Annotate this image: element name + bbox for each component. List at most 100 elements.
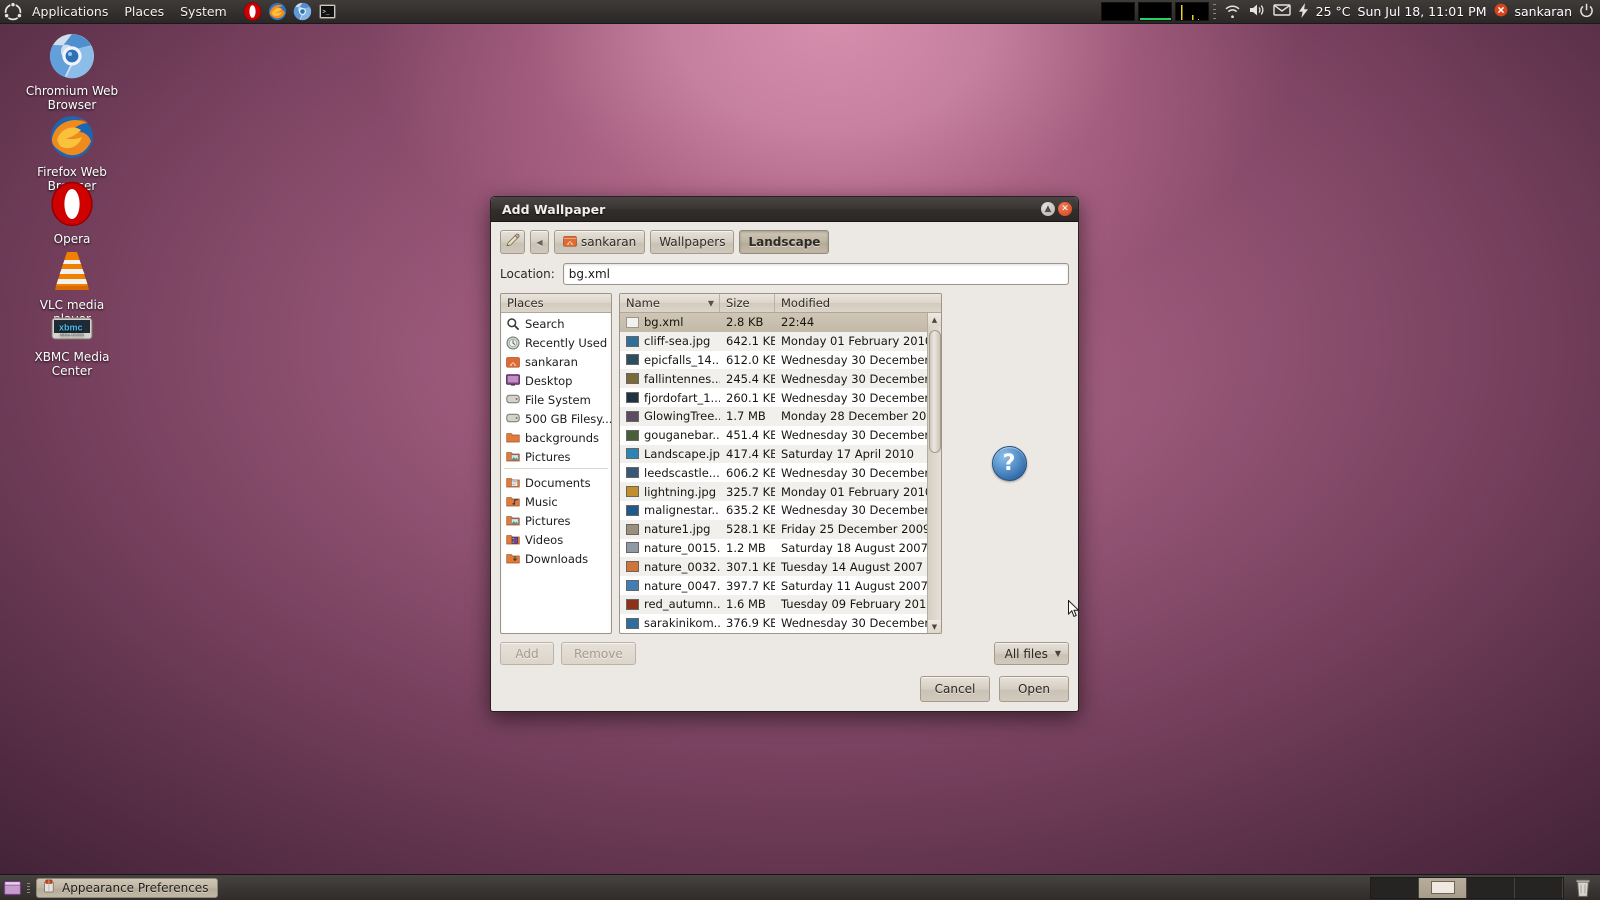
workspace-1[interactable] — [1371, 877, 1419, 898]
location-value: bg.xml — [568, 267, 610, 281]
file-name-cell: bg.xml — [620, 313, 720, 332]
preview-pane: ? — [949, 293, 1069, 634]
place-item-documents[interactable]: Documents — [501, 473, 611, 492]
file-list-scrollbar[interactable]: ▲ ▼ — [927, 313, 941, 633]
place-item-search[interactable]: Search — [501, 314, 611, 333]
user-avatar-icon[interactable] — [1494, 3, 1508, 20]
documents-folder-icon — [506, 476, 520, 490]
task-button-appearance-preferences[interactable]: Appearance Preferences — [36, 877, 219, 898]
workspace-switcher[interactable] — [1370, 876, 1564, 899]
scrollbar-track[interactable] — [927, 326, 941, 620]
file-row[interactable]: cliff-sea.jpg 642.1 KB Monday 01 February … — [620, 331, 927, 351]
cancel-button[interactable]: Cancel — [920, 676, 990, 702]
dialog-titlebar[interactable]: Add Wallpaper ▲ ✕ — [491, 197, 1078, 222]
trash-icon[interactable] — [1572, 877, 1594, 899]
place-item-pictures-bookmark[interactable]: Pictures — [501, 447, 611, 466]
place-item-recently-used[interactable]: Recently Used — [501, 333, 611, 352]
file-filter-combobox[interactable]: All files ▼ — [993, 642, 1069, 665]
add-button[interactable]: Add — [500, 642, 554, 665]
temperature-label[interactable]: 25 °C — [1316, 4, 1351, 19]
file-row[interactable]: red_autumn... 1.6 MB Tuesday 09 February 2… — [620, 594, 927, 614]
file-row[interactable]: malignestar... 635.2 KB Wednesday 30 Decem… — [620, 501, 927, 520]
scroll-down-icon[interactable]: ▼ — [927, 620, 941, 633]
place-item-backgrounds[interactable]: backgrounds — [501, 428, 611, 447]
place-item-desktop[interactable]: Desktop — [501, 371, 611, 390]
menu-applications[interactable]: Applications — [24, 2, 116, 21]
wifi-icon[interactable] — [1224, 2, 1241, 21]
file-row[interactable]: fallintennes... 245.4 KB Wednesday 30 Dece… — [620, 369, 927, 389]
taskbar-grip[interactable] — [27, 879, 32, 897]
minimize-icon[interactable]: ▲ — [1041, 202, 1055, 216]
ubuntu-logo-icon[interactable] — [2, 1, 24, 23]
file-modified-cell: Wednesday 30 December 2009 — [781, 465, 927, 480]
firefox-launcher-icon[interactable] — [266, 1, 290, 23]
desktop-icon-opera[interactable]: Opera — [20, 180, 124, 246]
file-row[interactable]: epicfalls_14... 612.0 KB Wednesday 30 Dece… — [620, 351, 927, 370]
file-row[interactable]: nature1.jpg 528.1 KB Friday 25 December 20… — [620, 519, 927, 539]
file-size-cell: 612.0 KB — [726, 352, 775, 367]
file-row[interactable]: fjordofart_1... 260.1 KB Wednesday 30 Dece… — [620, 388, 927, 407]
file-row[interactable]: nature_0015... 1.2 MB Saturday 18 August 2… — [620, 539, 927, 558]
place-item-pictures[interactable]: Pictures — [501, 511, 611, 530]
remove-button[interactable]: Remove — [561, 642, 636, 665]
place-item-500gb-filesystem[interactable]: 500 GB Filesy... — [501, 409, 611, 428]
place-item-sankaran[interactable]: sankaran — [501, 352, 611, 371]
file-rows: bg.xml 2.8 KB 22:44 cliff-sea.jpg 642.1 KB Mo… — [620, 313, 927, 633]
mail-icon[interactable] — [1272, 3, 1291, 20]
scrollbar-thumb[interactable] — [928, 330, 941, 454]
power-icon[interactable] — [1579, 3, 1594, 21]
place-item-downloads[interactable]: Downloads — [501, 549, 611, 568]
place-item-videos[interactable]: Videos — [501, 530, 611, 549]
workspace-2[interactable] — [1419, 877, 1467, 898]
column-label: Modified — [781, 296, 831, 310]
file-row[interactable]: Landscape.jpg 417.4 KB Saturday 17 April 2… — [620, 444, 927, 464]
volume-icon[interactable] — [1248, 2, 1266, 21]
clock-label[interactable]: Sun Jul 18, 11:01 PM — [1358, 4, 1487, 19]
file-row[interactable]: gouganebar... 451.4 KB Wednesday 30 Decemb… — [620, 426, 927, 445]
file-row[interactable]: nature_0047... 397.7 KB Saturday 11 August… — [620, 576, 927, 595]
file-size-cell: 376.9 KB — [726, 616, 775, 631]
terminal-launcher-icon[interactable]: >_ — [316, 1, 340, 23]
breadcrumb-landscape[interactable]: Landscape — [739, 230, 830, 254]
desktop-icon-chromium[interactable]: Chromium Web Browser — [20, 32, 124, 112]
menu-places[interactable]: Places — [116, 2, 172, 21]
place-label: Desktop — [525, 373, 573, 388]
bolt-icon[interactable] — [1298, 2, 1309, 21]
system-monitor-applet[interactable] — [1100, 2, 1217, 22]
file-row[interactable]: GlowingTree... 1.7 MB Monday 28 December 2… — [620, 406, 927, 426]
file-name-cell: nature_0032... — [620, 557, 720, 576]
username-label[interactable]: sankaran — [1515, 4, 1573, 19]
column-header-modified[interactable]: Modified — [775, 294, 941, 312]
file-row[interactable]: bg.xml 2.8 KB 22:44 — [620, 313, 927, 332]
file-modified-cell: Wednesday 30 December 2009 — [781, 428, 927, 443]
desktop-icon-xbmc[interactable]: xbmc MEDIA CENTER XBMC Media Center — [20, 312, 124, 378]
place-item-music[interactable]: Music — [501, 492, 611, 511]
file-row[interactable]: lightning.jpg 325.7 KB Monday 01 February … — [620, 482, 927, 501]
column-header-size[interactable]: Size — [720, 294, 775, 312]
location-input[interactable]: bg.xml — [562, 263, 1069, 285]
applet-grip[interactable] — [1212, 3, 1217, 21]
type-path-toggle-button[interactable] — [500, 230, 525, 254]
workspace-4[interactable] — [1515, 877, 1563, 898]
path-back-button[interactable]: ◀ — [530, 230, 549, 254]
menu-system[interactable]: System — [172, 2, 235, 21]
place-item-file-system[interactable]: File System — [501, 390, 611, 409]
file-size-cell: 2.8 KB — [726, 315, 764, 330]
show-desktop-icon[interactable] — [3, 878, 23, 898]
chromium-launcher-icon[interactable] — [291, 1, 315, 23]
scroll-up-icon[interactable]: ▲ — [927, 313, 941, 326]
location-label: Location: — [500, 267, 555, 281]
breadcrumb-sankaran[interactable]: sankaran — [554, 230, 646, 254]
close-icon[interactable]: ✕ — [1058, 202, 1072, 216]
open-button[interactable]: Open — [999, 676, 1069, 702]
file-size-cell: 528.1 KB — [726, 522, 775, 537]
file-row[interactable]: sarakinikom... 376.9 KB Wednesday 30 Decem… — [620, 614, 927, 633]
workspace-3[interactable] — [1467, 877, 1515, 898]
file-row[interactable]: nature_0032... 307.1 KB Tuesday 14 August … — [620, 557, 927, 577]
opera-launcher-icon[interactable] — [241, 1, 265, 23]
file-row[interactable]: leedscastle... 606.2 KB Wednesday 30 Decem… — [620, 463, 927, 482]
sort-descending-icon: ▼ — [707, 298, 714, 308]
place-label: Downloads — [525, 551, 589, 566]
breadcrumb-wallpapers[interactable]: Wallpapers — [650, 230, 735, 254]
column-header-name[interactable]: Name ▼ — [620, 294, 720, 312]
